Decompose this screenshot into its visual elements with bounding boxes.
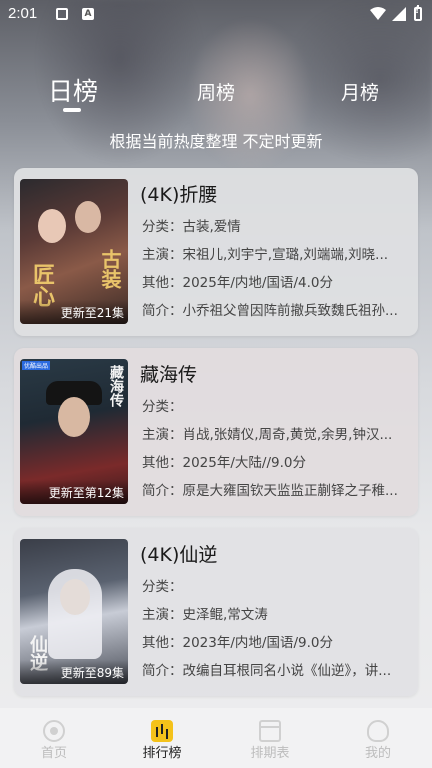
item-category: 分类： (142, 399, 183, 415)
tab-monthly[interactable]: 月榜 (341, 78, 379, 105)
nav-item-ranking[interactable]: 排行榜 (108, 708, 216, 768)
poster-image[interactable]: 优酷出品 藏海传 更新至第12集 (20, 359, 128, 504)
poster-badge: 优酷出品 (22, 361, 51, 370)
episode-update-label: 更新至89集 (20, 660, 128, 684)
poster-figure (75, 201, 101, 233)
item-title: (4K)折腰 (140, 184, 218, 206)
episode-update-label: 更新至21集 (20, 300, 128, 324)
item-other-info: 其他：2025年/大陆//9.0分 (142, 455, 306, 471)
ranking-subtitle: 根据当前热度整理 不定时更新 (109, 132, 323, 151)
bottom-navigation: 首页 排行榜 排期表 我的 (0, 708, 432, 768)
image-notification-icon (56, 8, 68, 20)
nav-label: 排期表 (250, 746, 290, 761)
item-cast: 主演：肖战,张婧仪,周奇,黄觉,余男,钟汉... (142, 427, 393, 443)
calendar-icon (259, 720, 281, 742)
profile-icon (367, 720, 389, 742)
home-icon (43, 720, 65, 742)
active-tab-indicator (63, 108, 81, 112)
ranking-item[interactable]: 仙逆 更新至89集 (4K)仙逆 分类： 主演：史泽鲲,常文涛 其他：2023年… (14, 528, 418, 696)
nav-label: 排行榜 (142, 746, 182, 761)
poster-figure (58, 397, 90, 437)
item-cast: 主演：宋祖儿,刘宇宁,宣璐,刘端端,刘晓... (142, 247, 389, 263)
item-title: (4K)仙逆 (140, 544, 218, 566)
wifi-icon (370, 7, 386, 20)
nav-label: 首页 (40, 746, 67, 761)
item-other-info: 其他：2023年/内地/国语/9.0分 (142, 635, 333, 651)
item-title: 藏海传 (140, 364, 198, 386)
item-other-info: 其他：2025年/内地/国语/4.0分 (142, 275, 333, 291)
poster-image[interactable]: 仙逆 更新至89集 (20, 539, 128, 684)
ranking-item[interactable]: 优酷出品 藏海传 更新至第12集 藏海传 分类： 主演：肖战,张婧仪,周奇,黄觉… (14, 348, 418, 516)
item-intro: 简介：改编自耳根同名小说《仙逆》，讲... (142, 663, 392, 679)
poster-title-text: 藏海传 (108, 365, 124, 407)
item-category: 分类： (142, 579, 183, 595)
status-time: 2:01 (8, 5, 38, 22)
ranking-icon (151, 720, 173, 742)
nav-item-home[interactable]: 首页 (0, 708, 108, 768)
a-notification-icon: A (82, 8, 94, 20)
nav-label: 我的 (364, 746, 391, 761)
item-category: 分类：古装,爱情 (142, 219, 241, 235)
ranking-item[interactable]: 古装 匠心 更新至21集 (4K)折腰 分类：古装,爱情 主演：宋祖儿,刘宇宁,… (14, 168, 418, 336)
poster-title-text: 古装 (98, 249, 122, 289)
battery-alert-icon (414, 5, 422, 21)
item-cast: 主演：史泽鲲,常文涛 (142, 607, 268, 623)
tab-daily[interactable]: 日榜 (48, 72, 98, 108)
poster-figure (60, 579, 90, 615)
nav-item-me[interactable]: 我的 (324, 708, 432, 768)
poster-figure (38, 209, 66, 243)
tab-weekly[interactable]: 周榜 (197, 78, 235, 105)
item-intro: 简介：小乔祖父曾因阵前撤兵致魏氏祖孙... (142, 303, 398, 319)
signal-icon (392, 7, 406, 21)
episode-update-label: 更新至第12集 (20, 480, 128, 504)
status-bar: 2:01 A (0, 0, 432, 30)
nav-item-schedule[interactable]: 排期表 (216, 708, 324, 768)
poster-image[interactable]: 古装 匠心 更新至21集 (20, 179, 128, 324)
item-intro: 简介：原是大雍国钦天监监正蒯铎之子稚... (142, 483, 398, 499)
